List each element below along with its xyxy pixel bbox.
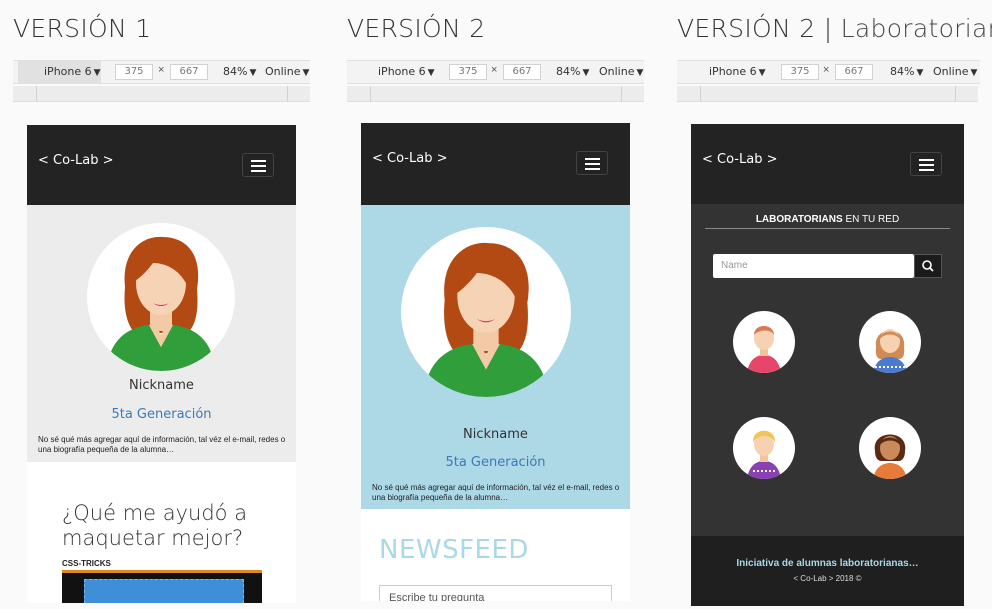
member-avatar[interactable] xyxy=(859,311,921,373)
brand-logo[interactable]: < Co-Lab > xyxy=(702,152,777,167)
avatar xyxy=(401,227,571,397)
phone-viewport[interactable]: < Co-Lab > Nickname 5ta Generación No sé… xyxy=(361,123,630,601)
blond-avatar-icon xyxy=(747,430,781,479)
nickname-label: Nickname xyxy=(129,378,194,393)
device-select[interactable]: iPhone 6 ▼ xyxy=(352,61,435,83)
boy-avatar-icon xyxy=(747,326,781,373)
profile-section: Nickname 5ta Generación No sé qué más ag… xyxy=(361,205,630,509)
times-icon: × xyxy=(823,64,830,76)
heading-rest: EN TU RED xyxy=(842,214,900,225)
version-1-title: VERSIÓN 1 xyxy=(13,14,152,43)
footer-copyright: < Co-Lab > 2018 © xyxy=(793,574,862,583)
device-label: iPhone 6 xyxy=(709,65,757,78)
resource-thumbnail[interactable] xyxy=(62,570,262,603)
heading-bold: LABORATORIANS xyxy=(755,214,843,225)
caret-down-icon: ▼ xyxy=(758,68,766,78)
zoom-label: 84% xyxy=(556,65,581,78)
woman-avatar-icon xyxy=(423,242,549,397)
times-icon: × xyxy=(158,64,165,76)
caret-down-icon: ▼ xyxy=(93,68,101,78)
device-toolbar: iPhone 6 ▼ 375 × 667 84% ▼ Online ▼ xyxy=(13,60,310,84)
device-label: iPhone 6 xyxy=(378,65,426,78)
zoom-label: 84% xyxy=(223,65,248,78)
times-icon: × xyxy=(491,64,498,76)
member-avatar[interactable] xyxy=(733,311,795,373)
version-2-title: VERSIÓN 2 xyxy=(347,14,486,43)
footer: Iniciativa de alumnas laboratorianas… < … xyxy=(691,536,964,606)
girl-avatar-icon xyxy=(873,329,907,373)
device-select[interactable]: iPhone 6 ▼ xyxy=(683,61,766,83)
navbar: < Co-Lab > xyxy=(361,123,630,205)
network-label: Online xyxy=(265,65,301,78)
generation-link[interactable]: 5ta Generación xyxy=(27,407,296,422)
caret-down-icon: ▼ xyxy=(427,68,435,78)
navbar: < Co-Lab > xyxy=(27,125,296,205)
network-label: Online xyxy=(599,65,635,78)
phone-viewport[interactable]: < Co-Lab > LABORATORIANS EN TU RED Name … xyxy=(691,124,964,606)
avatar xyxy=(87,223,235,371)
search-button[interactable] xyxy=(914,254,942,278)
generation-link[interactable]: 5ta Generación xyxy=(361,455,630,470)
network-select[interactable]: Online ▼ xyxy=(933,61,977,83)
title-separator: | xyxy=(815,14,841,43)
thumbnail-graphic xyxy=(84,579,244,603)
woman-avatar-icon xyxy=(107,236,215,371)
bio-text: No sé qué más agregar aquí de informació… xyxy=(372,483,620,502)
search-icon xyxy=(922,260,934,272)
phone-viewport[interactable]: < Co-Lab > Nickname 5ta Generación No sé… xyxy=(27,125,296,603)
device-label: iPhone 6 xyxy=(44,65,92,78)
heading-underline xyxy=(705,228,950,229)
zoom-select[interactable]: 84% ▼ xyxy=(890,61,923,83)
device-toolbar: iPhone 6 ▼ 375 × 667 84% ▼ Online ▼ xyxy=(677,60,980,84)
device-toolbar: iPhone 6 ▼ 375 × 667 84% ▼ Online ▼ xyxy=(347,60,644,84)
section-heading: ¿Qué me ayudó a maquetar mejor? xyxy=(62,501,248,550)
caret-down-icon: ▼ xyxy=(636,68,644,78)
resource-label: CSS-TRICKS xyxy=(62,559,111,568)
title-suffix: Laboratorians xyxy=(840,14,992,43)
zoom-label: 84% xyxy=(890,65,915,78)
width-input[interactable]: 375 xyxy=(115,64,153,80)
network-label: Online xyxy=(933,65,969,78)
section-heading: LABORATORIANS EN TU RED xyxy=(691,214,964,225)
width-input[interactable]: 375 xyxy=(449,64,487,80)
nickname-label: Nickname xyxy=(463,427,528,442)
hamburger-icon[interactable] xyxy=(576,151,608,175)
name-search-input[interactable]: Name xyxy=(713,254,914,278)
media-query-ruler xyxy=(13,86,310,102)
height-input[interactable]: 667 xyxy=(835,64,873,80)
hamburger-icon[interactable] xyxy=(242,153,274,177)
member-avatar[interactable] xyxy=(859,417,921,479)
caret-down-icon: ▼ xyxy=(916,68,924,78)
height-input[interactable]: 667 xyxy=(170,64,208,80)
question-input[interactable]: Escribe tu pregunta xyxy=(379,585,612,601)
title-main: VERSIÓN 2 xyxy=(677,14,816,43)
network-select[interactable]: Online ▼ xyxy=(265,61,309,83)
member-avatar[interactable] xyxy=(733,417,795,479)
caret-down-icon: ▼ xyxy=(249,68,257,78)
device-select[interactable]: iPhone 6 ▼ xyxy=(18,61,101,83)
hamburger-icon[interactable] xyxy=(910,152,942,176)
zoom-select[interactable]: 84% ▼ xyxy=(556,61,589,83)
footer-tagline: Iniciativa de alumnas laboratorianas… xyxy=(736,558,919,569)
newsfeed-heading: NEWSFEED xyxy=(379,535,529,565)
network-select[interactable]: Online ▼ xyxy=(599,61,643,83)
caret-down-icon: ▼ xyxy=(302,68,310,78)
curly-avatar-icon xyxy=(873,434,907,479)
brand-logo[interactable]: < Co-Lab > xyxy=(372,151,447,166)
zoom-select[interactable]: 84% ▼ xyxy=(223,61,256,83)
width-input[interactable]: 375 xyxy=(781,64,819,80)
brand-logo[interactable]: < Co-Lab > xyxy=(38,153,113,168)
caret-down-icon: ▼ xyxy=(582,68,590,78)
media-query-ruler xyxy=(347,86,644,102)
caret-down-icon: ▼ xyxy=(970,68,978,78)
height-input[interactable]: 667 xyxy=(503,64,541,80)
profile-section: Nickname 5ta Generación No sé qué más ag… xyxy=(27,205,296,462)
navbar: < Co-Lab > xyxy=(691,124,964,204)
media-query-ruler xyxy=(677,86,978,102)
version-2-laboratorians-title: VERSIÓN 2 | Laboratorians xyxy=(677,14,992,43)
bio-text: No sé qué más agregar aquí de informació… xyxy=(38,435,286,454)
